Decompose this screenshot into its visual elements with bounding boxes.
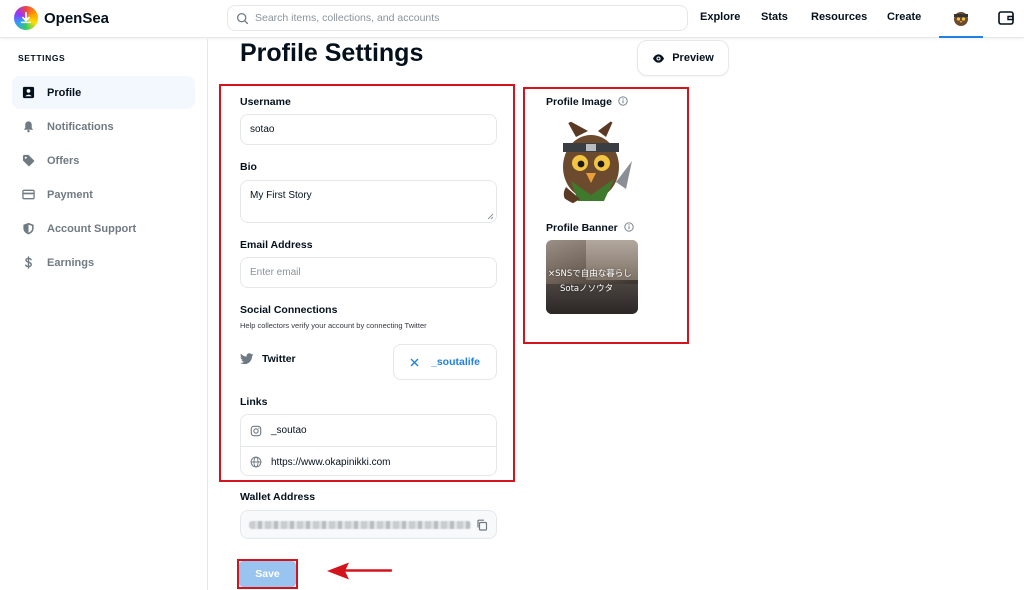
tag-icon [22, 154, 35, 167]
bio-textarea[interactable]: My First Story [240, 180, 497, 223]
active-indicator [939, 36, 983, 38]
link-row-website[interactable]: https://www.okapinikki.com [241, 446, 496, 475]
nav-create[interactable]: Create [887, 11, 921, 23]
copy-icon[interactable] [476, 519, 488, 531]
preview-label: Preview [672, 52, 714, 64]
profile-image[interactable] [546, 117, 636, 207]
top-navigation-bar: OpenSea Explore Stats Resources Create [0, 0, 1024, 38]
username-label: Username [240, 96, 291, 108]
links-list: _soutao https://www.okapinikki.com [240, 414, 497, 476]
profile-image-label: Profile Image [546, 96, 612, 108]
opensea-logo-icon [14, 6, 38, 30]
instagram-value: _soutao [271, 425, 307, 436]
close-icon[interactable] [410, 358, 419, 367]
username-field[interactable]: sotao [240, 114, 497, 145]
sidebar-item-label: Notifications [47, 120, 114, 133]
profile-banner-image[interactable]: ×SNSで自由な暮らし Sotaノソウタ [546, 240, 638, 314]
profile-banner-label: Profile Banner [546, 222, 618, 234]
page-title: Profile Settings [240, 39, 424, 67]
banner-text-line1: ×SNSで自由な暮らし [548, 269, 632, 279]
globe-icon [250, 456, 262, 468]
twitter-handle: _soutalife [430, 356, 480, 368]
bell-icon [23, 121, 34, 133]
wallet-address-blurred [249, 520, 471, 529]
search-input[interactable] [255, 12, 675, 24]
info-icon[interactable] [624, 222, 634, 232]
search-icon [236, 12, 249, 24]
settings-sidebar: SETTINGS Profile Notifications Offers Pa… [0, 39, 208, 590]
sidebar-item-label: Profile [47, 86, 82, 99]
wallet-icon[interactable] [997, 9, 1015, 27]
sidebar-item-label: Offers [47, 154, 80, 167]
wallet-address-label: Wallet Address [240, 491, 316, 503]
preview-button[interactable]: Preview [637, 40, 729, 76]
twitter-connection-button[interactable]: _soutalife [393, 344, 497, 380]
social-connections-label: Social Connections [240, 304, 338, 316]
sidebar-item-offers[interactable]: Offers [12, 144, 195, 177]
nav-explore[interactable]: Explore [700, 11, 740, 23]
annotation-arrow [327, 562, 393, 580]
opensea-logo[interactable]: OpenSea [14, 6, 109, 30]
sidebar-item-profile[interactable]: Profile [12, 76, 195, 109]
shield-icon [23, 222, 34, 235]
eye-icon [653, 53, 665, 63]
dollar-icon [25, 256, 32, 269]
profile-image-label-row: Profile Image [546, 96, 628, 108]
social-connections-hint: Help collectors verify your account by c… [240, 321, 427, 330]
save-button[interactable]: Save [239, 561, 296, 587]
profile-banner-label-row: Profile Banner [546, 222, 634, 234]
info-icon[interactable] [618, 96, 628, 106]
sidebar-item-label: Earnings [47, 256, 95, 269]
sidebar-item-label: Payment [47, 188, 93, 201]
links-label: Links [240, 396, 268, 408]
account-avatar[interactable] [951, 8, 971, 28]
brand-name: OpenSea [44, 9, 110, 27]
banner-text-line2: Sotaノソウタ [560, 284, 614, 294]
sidebar-item-notifications[interactable]: Notifications [12, 110, 195, 143]
sidebar-title: SETTINGS [18, 53, 66, 63]
nav-resources[interactable]: Resources [811, 11, 867, 23]
bio-label: Bio [240, 161, 257, 173]
wallet-address-field [240, 510, 497, 539]
bio-value: My First Story [250, 190, 312, 201]
link-row-instagram[interactable]: _soutao [241, 415, 496, 446]
twitter-row: Twitter [240, 353, 296, 365]
twitter-label: Twitter [262, 353, 296, 365]
sidebar-item-payment[interactable]: Payment [12, 178, 195, 211]
email-field[interactable]: Enter email [240, 257, 497, 288]
resize-handle-icon [487, 213, 494, 220]
twitter-icon [240, 353, 254, 365]
credit-card-icon [22, 189, 35, 200]
nav-stats[interactable]: Stats [761, 11, 788, 23]
instagram-icon [250, 425, 262, 436]
sidebar-item-earnings[interactable]: Earnings [12, 246, 195, 279]
profile-card-icon [22, 86, 35, 99]
owl-ninja-avatar [563, 119, 632, 205]
sidebar-item-label: Account Support [47, 222, 137, 235]
search-bar[interactable] [227, 5, 688, 31]
website-value: https://www.okapinikki.com [271, 456, 391, 468]
sidebar-item-account-support[interactable]: Account Support [12, 212, 195, 245]
email-label: Email Address [240, 239, 313, 251]
